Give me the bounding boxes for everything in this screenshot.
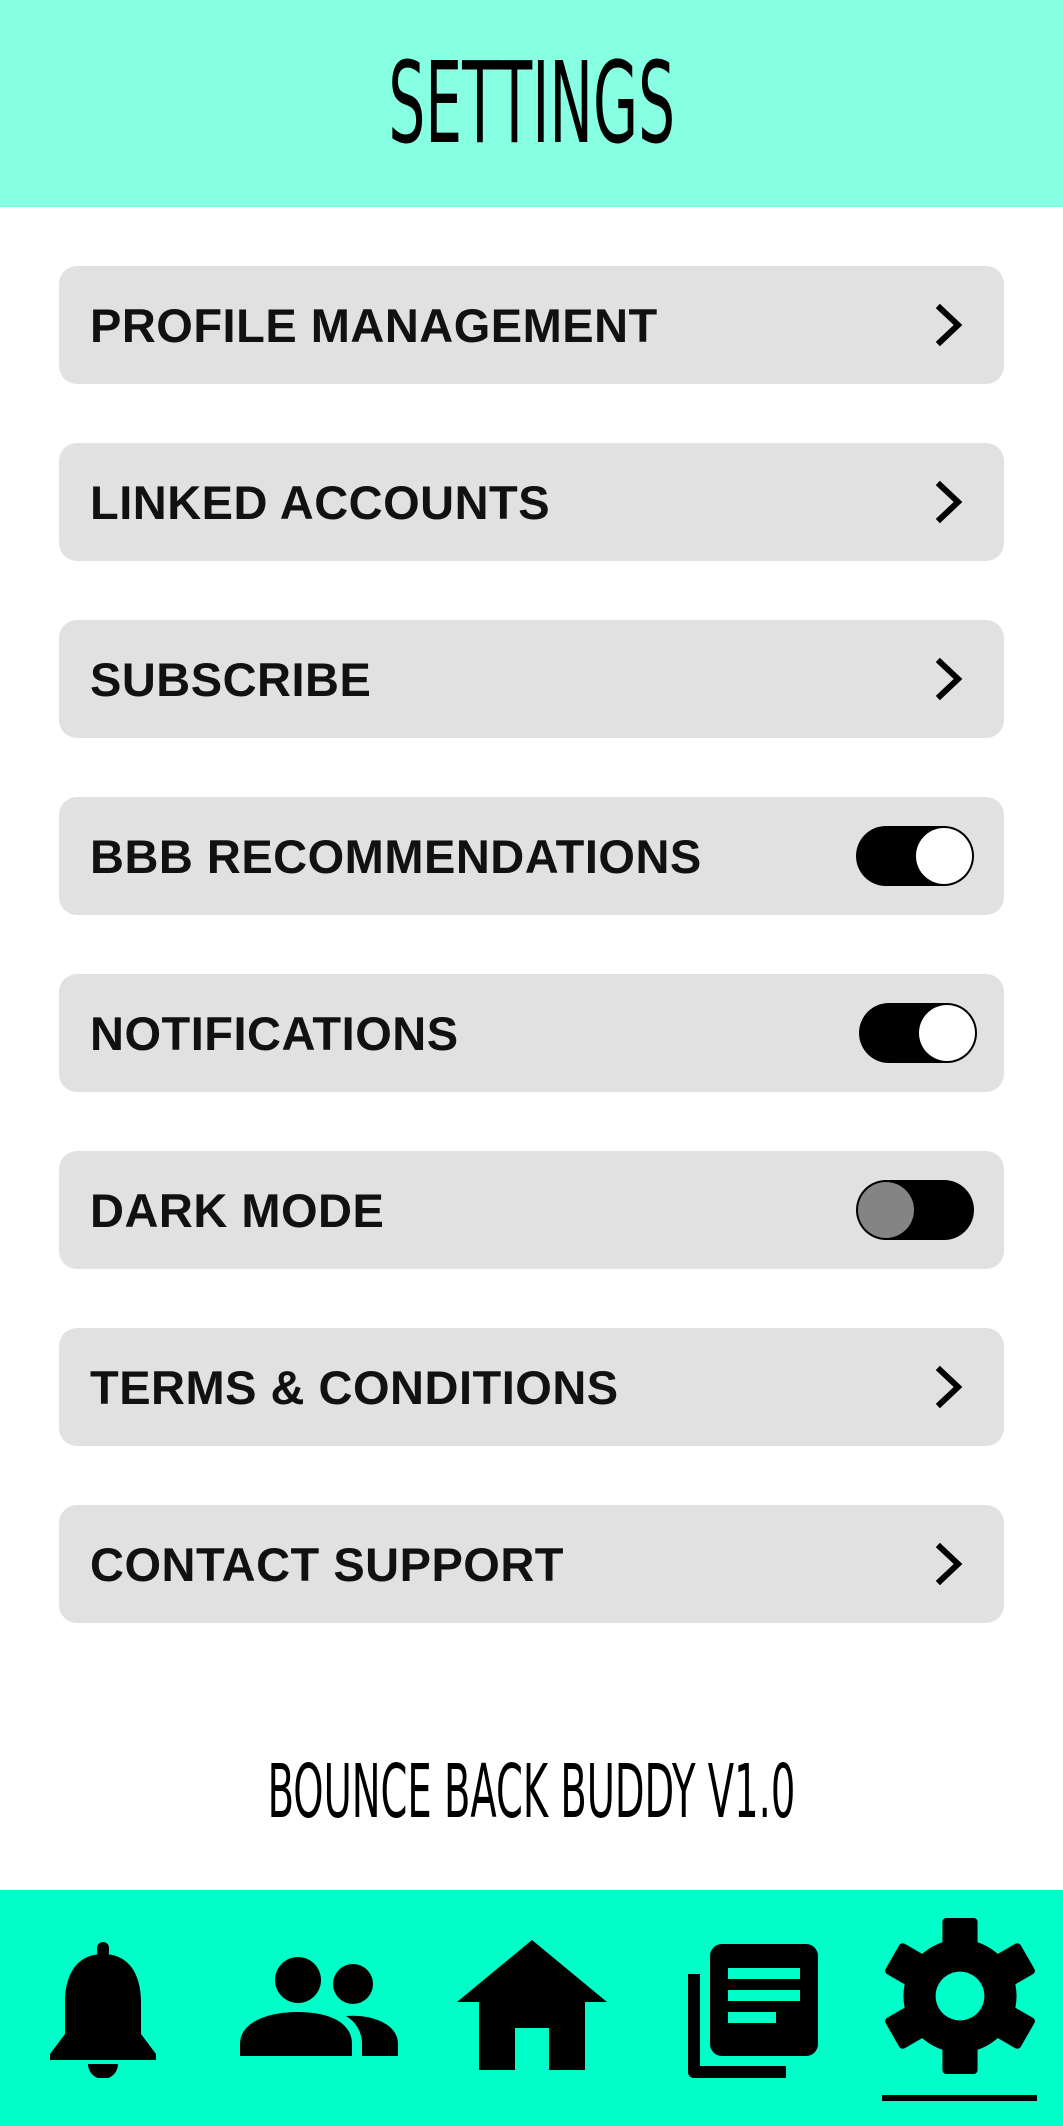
setting-profile-management[interactable]: PROFILE MANAGEMENT bbox=[59, 266, 1004, 384]
setting-label: PROFILE MANAGEMENT bbox=[90, 298, 658, 352]
notifications-toggle[interactable] bbox=[859, 1003, 977, 1063]
setting-label: TERMS & CONDITIONS bbox=[90, 1360, 619, 1414]
header-bar: SETTINGS bbox=[0, 0, 1063, 207]
toggle-knob bbox=[916, 828, 972, 884]
nav-settings[interactable] bbox=[870, 1890, 1050, 2126]
chevron-right-icon bbox=[935, 1365, 963, 1409]
chevron-right-icon bbox=[935, 480, 963, 524]
app-version-text: BOUNCE BACK BUDDY V1.0 bbox=[267, 1749, 796, 1835]
page-title: SETTINGS bbox=[388, 38, 675, 169]
people-icon bbox=[240, 1957, 398, 2056]
bbb-recommendations-toggle[interactable] bbox=[856, 826, 974, 886]
dark-mode-toggle[interactable] bbox=[856, 1180, 974, 1240]
active-tab-indicator bbox=[882, 2095, 1037, 2101]
toggle-knob bbox=[919, 1005, 975, 1061]
nav-articles[interactable] bbox=[670, 1890, 820, 2126]
app-version: BOUNCE BACK BUDDY V1.0 bbox=[0, 1755, 1063, 1829]
bottom-nav bbox=[0, 1890, 1063, 2126]
chevron-right-icon bbox=[935, 657, 963, 701]
home-icon bbox=[457, 1940, 607, 2070]
setting-notifications: NOTIFICATIONS bbox=[59, 974, 1004, 1092]
setting-label: DARK MODE bbox=[90, 1183, 385, 1237]
setting-label: NOTIFICATIONS bbox=[90, 1006, 459, 1060]
toggle-knob bbox=[858, 1182, 914, 1238]
nav-community[interactable] bbox=[225, 1890, 398, 2126]
setting-contact-support[interactable]: CONTACT SUPPORT bbox=[59, 1505, 1004, 1623]
setting-label: SUBSCRIBE bbox=[90, 652, 372, 706]
setting-bbb-recommendations: BBB RECOMMENDATIONS bbox=[59, 797, 1004, 915]
setting-dark-mode: DARK MODE bbox=[59, 1151, 1004, 1269]
articles-icon bbox=[688, 1944, 818, 2078]
setting-linked-accounts[interactable]: LINKED ACCOUNTS bbox=[59, 443, 1004, 561]
chevron-right-icon bbox=[935, 303, 963, 347]
setting-label: BBB RECOMMENDATIONS bbox=[90, 829, 702, 883]
setting-label: CONTACT SUPPORT bbox=[90, 1537, 565, 1591]
chevron-right-icon bbox=[935, 1542, 963, 1586]
nav-notifications[interactable] bbox=[30, 1890, 180, 2126]
setting-label: LINKED ACCOUNTS bbox=[90, 475, 551, 529]
setting-terms-conditions[interactable]: TERMS & CONDITIONS bbox=[59, 1328, 1004, 1446]
setting-subscribe[interactable]: SUBSCRIBE bbox=[59, 620, 1004, 738]
gear-icon bbox=[885, 1918, 1035, 2074]
nav-home[interactable] bbox=[445, 1890, 615, 2126]
bell-icon bbox=[50, 1942, 156, 2078]
